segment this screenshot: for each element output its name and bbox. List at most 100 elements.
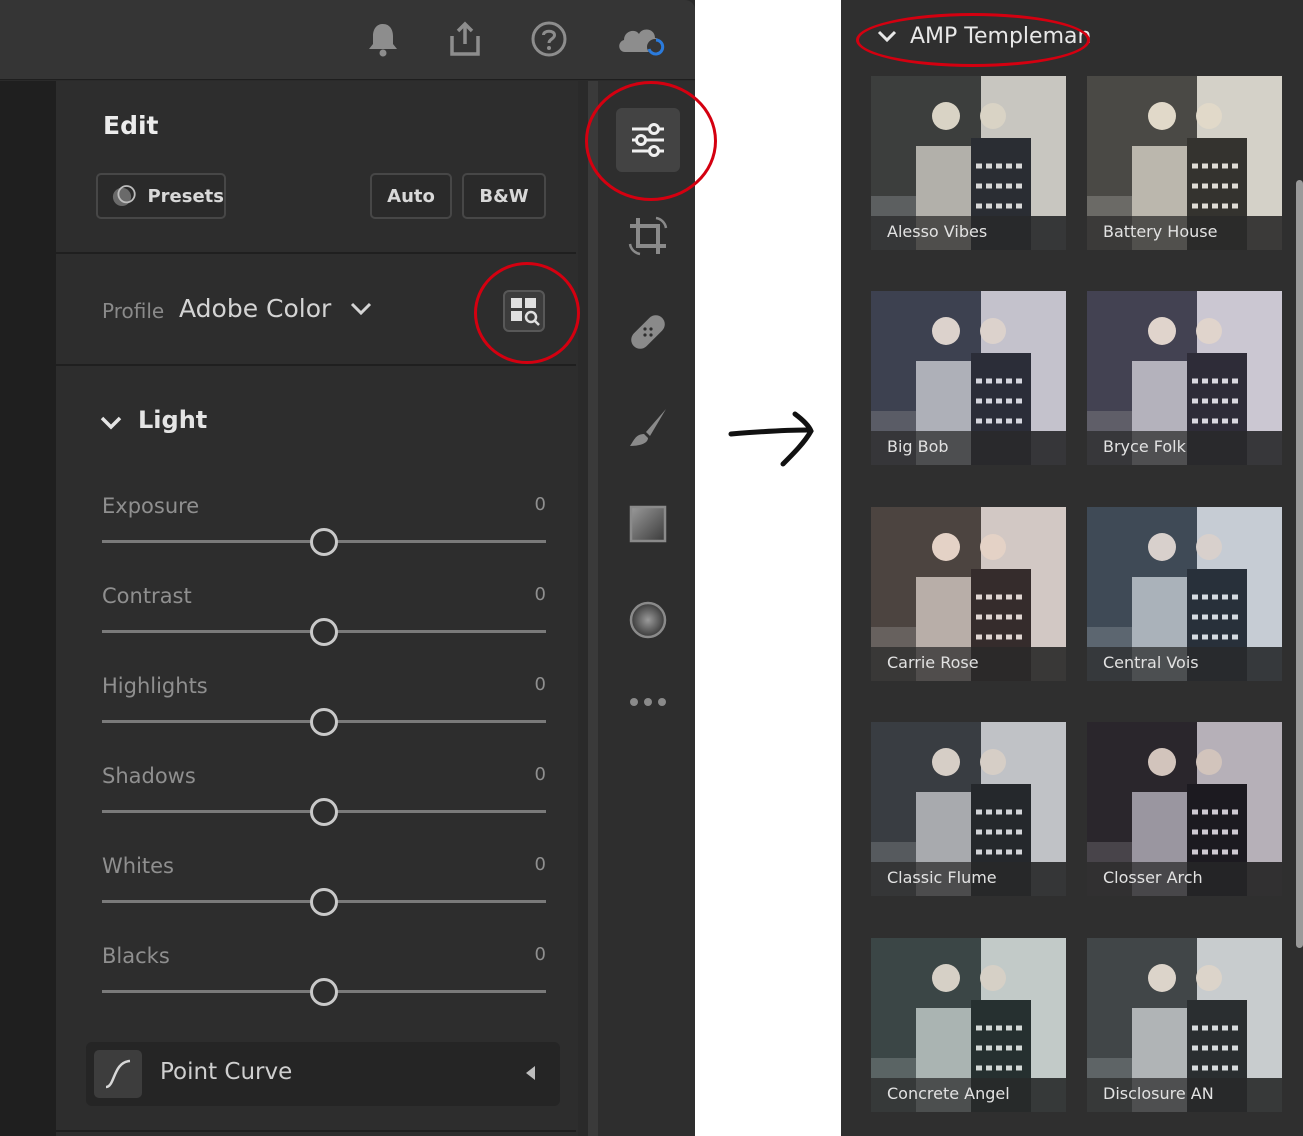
slider-value: 0 bbox=[534, 764, 546, 785]
light-section-header[interactable]: Light bbox=[100, 406, 208, 434]
slider-label: Exposure bbox=[102, 494, 200, 518]
slider-value: 0 bbox=[534, 494, 546, 515]
more-icon[interactable] bbox=[616, 670, 680, 734]
blacks-slider[interactable]: Blacks 0 bbox=[102, 944, 546, 1006]
bw-label: B&W bbox=[479, 185, 529, 207]
curve-icon bbox=[94, 1050, 142, 1098]
sliders-icon[interactable] bbox=[616, 108, 680, 172]
cloud-sync-icon[interactable] bbox=[614, 18, 670, 60]
profile-thumbnail[interactable]: Alesso Vibes bbox=[871, 76, 1066, 250]
profile-group-title[interactable]: AMP Templeman bbox=[910, 24, 1091, 49]
profile-thumbnail[interactable]: Closser Arch bbox=[1087, 722, 1282, 896]
slider-label: Contrast bbox=[102, 584, 192, 608]
light-section-title: Light bbox=[138, 406, 208, 434]
divider bbox=[56, 364, 576, 366]
auto-button[interactable]: Auto bbox=[370, 173, 452, 219]
panel-title: Edit bbox=[103, 111, 159, 140]
slider-value: 0 bbox=[534, 674, 546, 695]
thumbnail-caption-bar: Central Vois bbox=[1087, 647, 1282, 681]
profile-name: Alesso Vibes bbox=[887, 222, 988, 241]
profile-name: Concrete Angel bbox=[887, 1084, 1010, 1103]
slider-thumb[interactable] bbox=[310, 798, 338, 826]
slider-label: Highlights bbox=[102, 674, 208, 698]
slider-thumb[interactable] bbox=[310, 978, 338, 1006]
thumbnail-caption-bar: Classic Flume bbox=[871, 862, 1066, 896]
help-icon[interactable] bbox=[528, 18, 570, 60]
tool-strip bbox=[598, 81, 695, 1136]
thumbnail-caption-bar: Concrete Angel bbox=[871, 1078, 1066, 1112]
point-curve-label: Point Curve bbox=[160, 1059, 293, 1085]
point-curve-section[interactable]: Point Curve bbox=[86, 1042, 560, 1106]
profile-dropdown[interactable]: Adobe Color bbox=[179, 294, 373, 323]
profile-name: Carrie Rose bbox=[887, 653, 979, 672]
thumbnail-caption-bar: Bryce Folk bbox=[1087, 431, 1282, 465]
bw-button[interactable]: B&W bbox=[462, 173, 546, 219]
slider-value: 0 bbox=[534, 944, 546, 965]
presets-label: Presets bbox=[147, 185, 224, 207]
canvas-edge bbox=[0, 81, 56, 1136]
thumbnail-caption-bar: Closser Arch bbox=[1087, 862, 1282, 896]
profile-thumbnail[interactable]: Big Bob bbox=[871, 291, 1066, 465]
healing-icon[interactable] bbox=[616, 300, 680, 364]
share-icon[interactable] bbox=[444, 18, 486, 60]
profile-name: Bryce Folk bbox=[1103, 437, 1186, 456]
presets-icon bbox=[112, 185, 136, 207]
arrow-right-icon bbox=[728, 411, 814, 467]
highlights-slider[interactable]: Highlights 0 bbox=[102, 674, 546, 736]
profile-value: Adobe Color bbox=[179, 294, 332, 323]
chevron-down-icon bbox=[100, 416, 122, 430]
profile-thumbnail[interactable]: Concrete Angel bbox=[871, 938, 1066, 1112]
profile-thumbnail[interactable]: Battery House bbox=[1087, 76, 1282, 250]
brush-icon[interactable] bbox=[616, 396, 680, 460]
divider bbox=[56, 252, 576, 254]
slider-thumb[interactable] bbox=[310, 618, 338, 646]
panel-scrollbar[interactable] bbox=[588, 81, 598, 1136]
presets-button[interactable]: Presets bbox=[96, 173, 226, 219]
profile-thumbnail[interactable]: Central Vois bbox=[1087, 507, 1282, 681]
profile-name: Closser Arch bbox=[1103, 868, 1203, 887]
profile-thumbnail[interactable]: Disclosure AN bbox=[1087, 938, 1282, 1112]
caret-left-icon bbox=[526, 1066, 535, 1080]
slider-thumb[interactable] bbox=[310, 708, 338, 736]
thumbnail-caption-bar: Big Bob bbox=[871, 431, 1066, 465]
profile-name: Battery House bbox=[1103, 222, 1218, 241]
slider-label: Whites bbox=[102, 854, 175, 878]
thumbnail-caption-bar: Disclosure AN bbox=[1087, 1078, 1282, 1112]
exposure-slider[interactable]: Exposure 0 bbox=[102, 494, 546, 556]
slider-value: 0 bbox=[534, 854, 546, 875]
slider-thumb[interactable] bbox=[310, 528, 338, 556]
profile-browser-panel: AMP Templeman Alesso Vibes Battery House… bbox=[841, 0, 1303, 1136]
divider bbox=[56, 1130, 576, 1132]
thumbnail-caption-bar: Alesso Vibes bbox=[871, 216, 1066, 250]
linear-gradient-icon[interactable] bbox=[616, 492, 680, 556]
shadows-slider[interactable]: Shadows 0 bbox=[102, 764, 546, 826]
thumbnail-caption-bar: Carrie Rose bbox=[871, 647, 1066, 681]
profile-thumbnail[interactable]: Bryce Folk bbox=[1087, 291, 1282, 465]
slider-label: Shadows bbox=[102, 764, 196, 788]
contrast-slider[interactable]: Contrast 0 bbox=[102, 584, 546, 646]
profile-name: Big Bob bbox=[887, 437, 949, 456]
chevron-down-icon[interactable] bbox=[877, 30, 897, 44]
whites-slider[interactable]: Whites 0 bbox=[102, 854, 546, 916]
profile-thumbnail[interactable]: Classic Flume bbox=[871, 722, 1066, 896]
crop-icon[interactable] bbox=[616, 204, 680, 268]
top-toolbar bbox=[0, 0, 695, 80]
profile-label: Profile bbox=[102, 299, 165, 323]
radial-gradient-icon[interactable] bbox=[616, 588, 680, 652]
profile-browser-scrollbar[interactable] bbox=[1296, 180, 1303, 948]
bell-icon[interactable] bbox=[362, 18, 404, 60]
profile-thumbnail[interactable]: Carrie Rose bbox=[871, 507, 1066, 681]
profile-name: Central Vois bbox=[1103, 653, 1199, 672]
profile-browser-icon bbox=[511, 298, 540, 326]
thumbnail-caption-bar: Battery House bbox=[1087, 216, 1282, 250]
profile-name: Disclosure AN bbox=[1103, 1084, 1214, 1103]
profile-name: Classic Flume bbox=[887, 868, 997, 887]
profile-browser-button[interactable] bbox=[503, 290, 545, 332]
edit-panel: Edit Presets Auto B&W Profile Adobe Colo… bbox=[56, 81, 578, 1136]
slider-value: 0 bbox=[534, 584, 546, 605]
auto-label: Auto bbox=[387, 185, 435, 207]
slider-label: Blacks bbox=[102, 944, 170, 968]
lightroom-edit-window: Edit Presets Auto B&W Profile Adobe Colo… bbox=[0, 0, 695, 1136]
slider-thumb[interactable] bbox=[310, 888, 338, 916]
chevron-down-icon bbox=[351, 302, 372, 316]
